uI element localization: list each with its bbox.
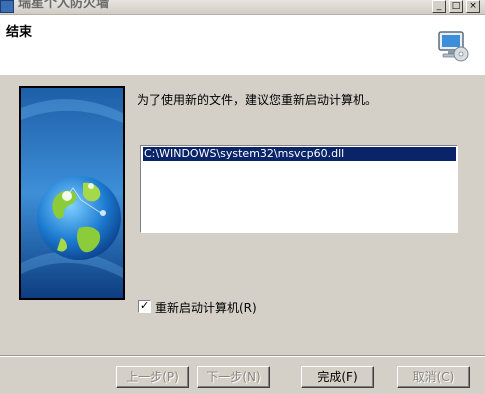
restart-checkbox[interactable]: ✓	[138, 299, 151, 313]
close-button[interactable]: ×	[466, 0, 480, 13]
restart-instruction: 为了使用新的文件，建议您重新启动计算机。	[137, 93, 378, 107]
maximize-button[interactable]: □	[449, 0, 463, 13]
checkmark-icon: ✓	[140, 299, 150, 312]
page-title: 结束	[6, 25, 33, 40]
title-bar: 瑞星个人防火墙 _ □ ×	[0, 0, 485, 15]
window-title: 瑞星个人防火墙	[18, 0, 110, 11]
header-separator	[0, 74, 485, 75]
finish-button[interactable]: 完成(F)	[301, 366, 374, 388]
list-item[interactable]: C:\WINDOWS\system32\msvcp60.dll	[143, 147, 456, 161]
back-button[interactable]: 上一步(P)	[116, 366, 189, 388]
file-list[interactable]: C:\WINDOWS\system32\msvcp60.dll	[140, 145, 458, 233]
app-icon	[0, 0, 14, 13]
restart-checkbox-label[interactable]: 重新启动计算机(R)	[155, 299, 257, 316]
wizard-header: 结束	[0, 15, 485, 75]
footer-separator-highlight	[0, 356, 485, 357]
cancel-button[interactable]: 取消(C)	[397, 366, 470, 388]
next-button[interactable]: 下一步(N)	[197, 366, 270, 388]
wizard-side-image	[19, 86, 125, 300]
monitor-cd-icon	[438, 31, 469, 62]
minimize-button[interactable]: _	[432, 0, 446, 13]
globe-banner-image	[21, 88, 123, 298]
